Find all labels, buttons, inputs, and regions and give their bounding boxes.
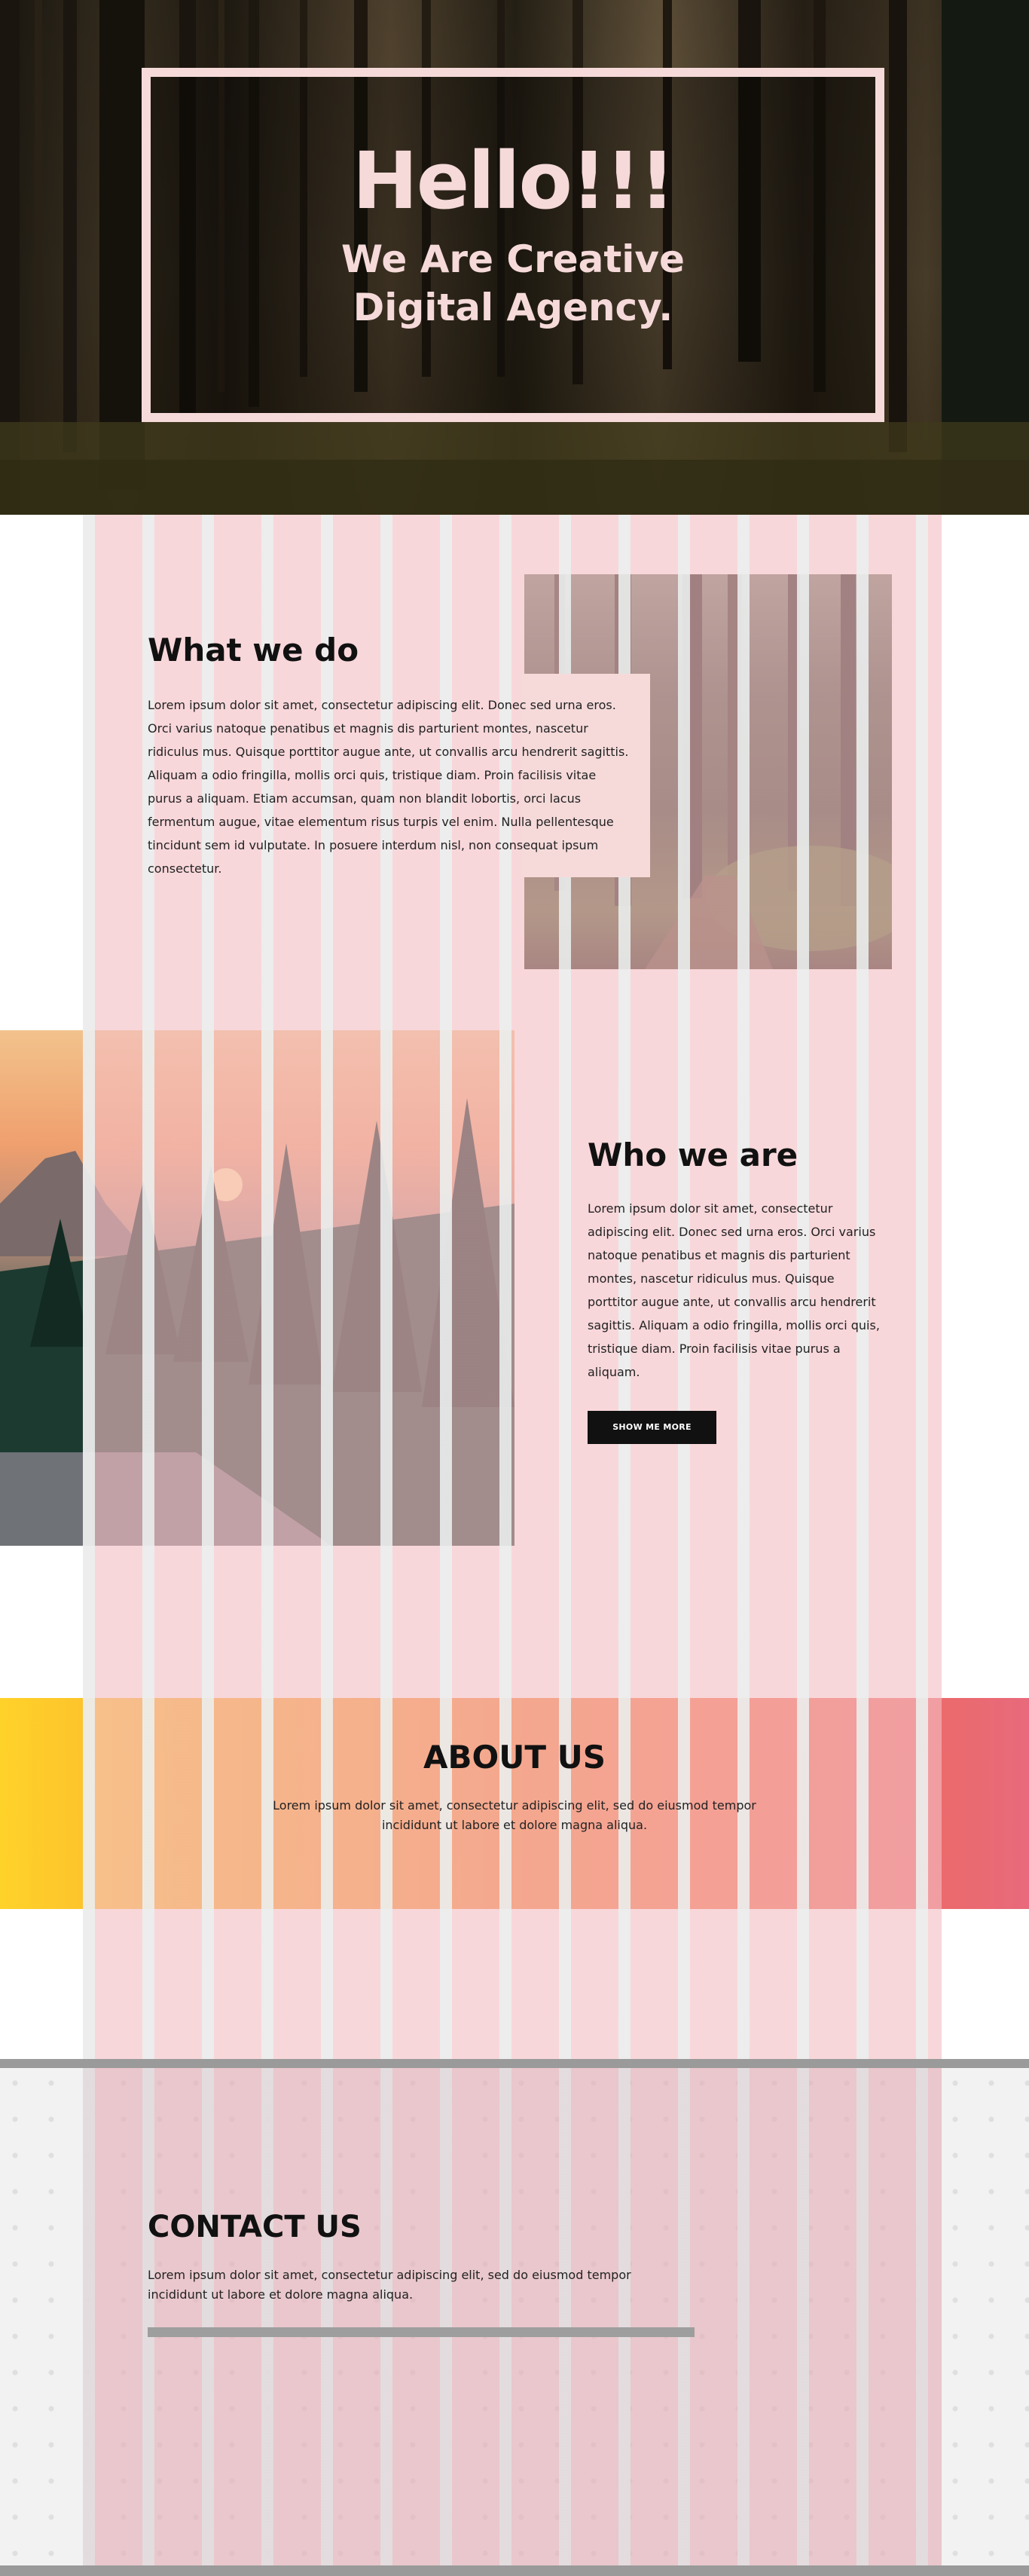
contact-tint bbox=[83, 2068, 942, 2565]
contact-divider-line bbox=[148, 2327, 695, 2337]
contact-text: Lorem ipsum dolor sit amet, consectetur … bbox=[148, 2268, 631, 2302]
contact-top-divider bbox=[0, 2059, 1029, 2068]
contact-bottom-divider bbox=[0, 2565, 1029, 2576]
who-we-are-title: Who we are bbox=[588, 1137, 798, 1173]
contact-title: CONTACT US bbox=[148, 2210, 362, 2244]
who-we-are-text: Lorem ipsum dolor sit amet, consectetur … bbox=[588, 1201, 880, 1379]
about-text: Lorem ipsum dolor sit amet, consectetur … bbox=[273, 1798, 756, 1832]
what-we-do-text: Lorem ipsum dolor sit amet, consectetur … bbox=[148, 698, 629, 876]
about-title: ABOUT US bbox=[423, 1739, 606, 1776]
mountain-sunset-image bbox=[0, 1030, 514, 1546]
hero-subtitle: We Are Creative Digital Agency. bbox=[142, 235, 884, 332]
hero-banner: Hello!!! We Are Creative Digital Agency. bbox=[0, 0, 1029, 515]
hero-subtitle-line-2: Digital Agency. bbox=[353, 286, 673, 329]
hero-subtitle-line-1: We Are Creative bbox=[341, 237, 685, 281]
hero-title: Hello!!! bbox=[352, 135, 676, 227]
show-me-more-button[interactable]: SHOW ME MORE bbox=[588, 1411, 716, 1444]
what-we-do-title: What we do bbox=[148, 632, 359, 668]
